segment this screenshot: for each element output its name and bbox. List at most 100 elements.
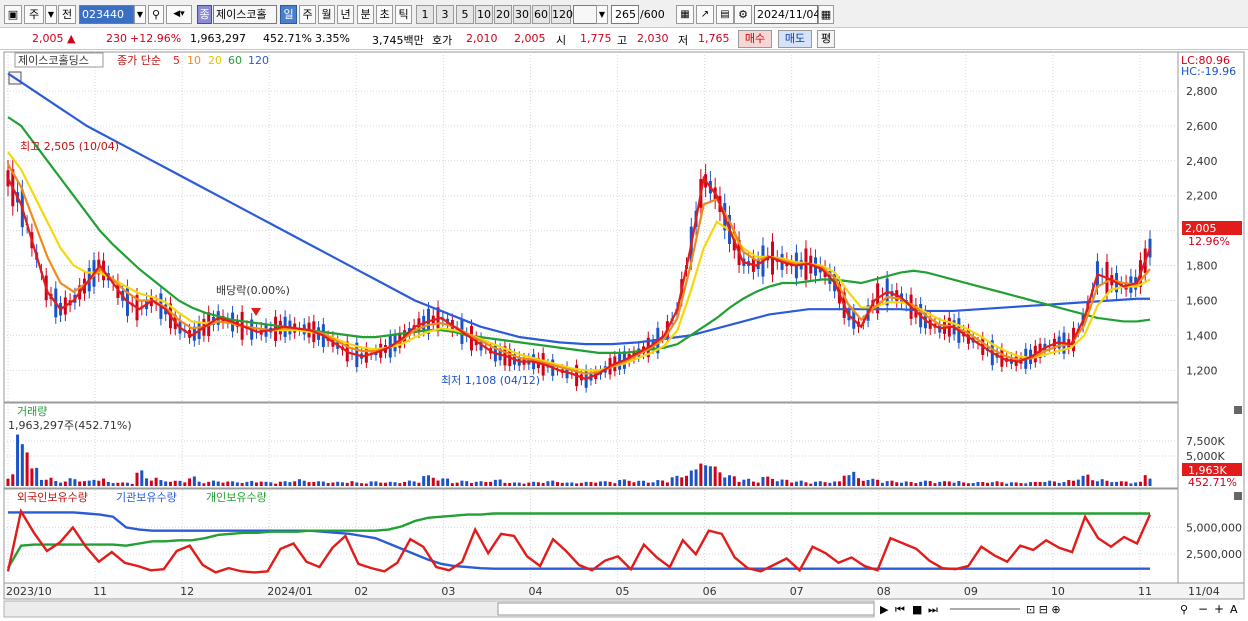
volume-bar bbox=[207, 481, 211, 486]
scroll-controls[interactable]: ▶ ⏮ ■ ⏭ ⊡ ⊟ ⊕ ⚲ − + A bbox=[880, 602, 1238, 616]
price-tick-label: 1,400 bbox=[1186, 329, 1218, 342]
volume-bar bbox=[54, 480, 58, 486]
tab-month[interactable]: 월 bbox=[318, 5, 335, 24]
tab-second[interactable]: 초 bbox=[376, 5, 393, 24]
save-icon[interactable]: ▤ bbox=[716, 5, 734, 24]
volume-bar bbox=[1005, 483, 1009, 486]
volume-bar bbox=[622, 479, 626, 486]
volume-tick-label: 5,000K bbox=[1186, 450, 1225, 463]
volume-bar bbox=[732, 476, 736, 486]
volume-bar bbox=[78, 481, 82, 486]
volume-bar bbox=[880, 482, 884, 486]
volume-bar bbox=[92, 479, 96, 486]
period-mode-dropdown-icon[interactable]: ▼ bbox=[45, 5, 57, 24]
interval-20[interactable]: 20 bbox=[494, 5, 512, 24]
high-label: 고 bbox=[617, 34, 628, 47]
eval-button[interactable]: 평 bbox=[817, 30, 835, 48]
volume-bar bbox=[426, 475, 430, 486]
volume-bar bbox=[102, 478, 106, 486]
volume-bar bbox=[699, 463, 703, 486]
volume-bar bbox=[642, 480, 646, 486]
price-tick-label: 1,800 bbox=[1186, 260, 1218, 273]
legend-institution: 기관보유수량 bbox=[116, 491, 177, 504]
interval-3[interactable]: 3 bbox=[436, 5, 454, 24]
volume-bar bbox=[570, 482, 574, 486]
tab-week[interactable]: 주 bbox=[299, 5, 316, 24]
bar-count-max: /600 bbox=[640, 8, 665, 21]
x-tick-label: 11 bbox=[1138, 585, 1152, 598]
volume-bar bbox=[16, 434, 20, 486]
gear-icon[interactable]: ⚙ bbox=[734, 5, 752, 24]
volume-bar bbox=[761, 477, 765, 486]
x-tick-label: 04 bbox=[528, 585, 542, 598]
high-annotation: 최고 2,505 (10/04) bbox=[20, 140, 119, 153]
ma-label-20: 20 bbox=[208, 54, 222, 67]
volume-bar bbox=[952, 482, 956, 486]
tab-year[interactable]: 년 bbox=[337, 5, 354, 24]
interval-5[interactable]: 5 bbox=[456, 5, 474, 24]
interval-60[interactable]: 60 bbox=[532, 5, 550, 24]
volume-bar bbox=[188, 478, 192, 486]
font-size-icon: A bbox=[1230, 603, 1238, 616]
volume-bar bbox=[651, 482, 655, 486]
volume-bar bbox=[465, 481, 469, 486]
tab-tick[interactable]: 틱 bbox=[395, 5, 412, 24]
price-change-pct: +12.96% bbox=[130, 32, 182, 45]
date-input[interactable]: 2024/11/04 bbox=[754, 5, 820, 24]
volume-close-icon[interactable] bbox=[1234, 406, 1242, 414]
interval-30[interactable]: 30 bbox=[513, 5, 531, 24]
ma-label-120: 120 bbox=[248, 54, 269, 67]
bar-count-input[interactable]: 265 bbox=[611, 5, 639, 24]
volume-bar bbox=[398, 483, 402, 486]
stock-title: 제이스코홀딩스 bbox=[18, 54, 89, 67]
interval-10[interactable]: 10 bbox=[475, 5, 493, 24]
tab-day[interactable]: 일 bbox=[280, 5, 297, 24]
scrollbar-thumb[interactable] bbox=[497, 602, 875, 616]
volume-bar bbox=[928, 481, 932, 486]
window-icon[interactable]: ▣ bbox=[4, 5, 22, 24]
volume-bar bbox=[775, 481, 779, 486]
volume-bar bbox=[1038, 482, 1042, 486]
x-tick-label: 08 bbox=[877, 585, 891, 598]
volume-bar bbox=[799, 480, 803, 486]
volume-bar bbox=[130, 483, 134, 486]
interval-dropdown-icon[interactable]: ▼ bbox=[596, 5, 608, 24]
volume-bar bbox=[293, 481, 297, 486]
volume-bar bbox=[555, 482, 559, 486]
volume-bar bbox=[11, 474, 15, 486]
volume-bar bbox=[211, 480, 215, 486]
volume-bar bbox=[269, 482, 273, 486]
period-mode-button[interactable]: 주 bbox=[24, 5, 44, 24]
stock-code-input[interactable]: 023440 bbox=[79, 5, 134, 24]
volume-bar bbox=[618, 480, 622, 486]
volume-bar bbox=[1057, 482, 1061, 486]
volume-bar bbox=[121, 482, 125, 486]
volume-bar bbox=[278, 481, 282, 486]
chart-tools-icon[interactable]: ▦ bbox=[676, 5, 694, 24]
holdings-close-icon[interactable] bbox=[1234, 492, 1242, 500]
volume-bar bbox=[900, 482, 904, 486]
calendar-icon[interactable]: ▦ bbox=[818, 5, 834, 24]
sell-button[interactable]: 매도 bbox=[778, 30, 812, 48]
stock-chart[interactable]: 제이스코홀딩스 종가 단순 5 10 20 60 120 LC:80.96 HC… bbox=[0, 50, 1248, 621]
volume-bar bbox=[173, 480, 177, 486]
interval-1[interactable]: 1 bbox=[416, 5, 434, 24]
code-dropdown-icon[interactable]: ▼ bbox=[134, 5, 146, 24]
volume-bar bbox=[704, 465, 708, 486]
sound-icon[interactable]: ◀▾ bbox=[166, 5, 192, 24]
draw-line-icon[interactable]: ↗ bbox=[696, 5, 714, 24]
volume-bar bbox=[149, 480, 153, 486]
interval-120[interactable]: 120 bbox=[551, 5, 573, 24]
x-tick-label: 11 bbox=[93, 585, 107, 598]
chart-area[interactable]: 제이스코홀딩스 종가 단순 5 10 20 60 120 LC:80.96 HC… bbox=[0, 50, 1248, 621]
volume-bar bbox=[59, 482, 63, 486]
prev-button[interactable]: 전 bbox=[58, 5, 76, 24]
buy-button[interactable]: 매수 bbox=[738, 30, 772, 48]
volume-bar bbox=[747, 478, 751, 486]
legend-foreign: 외국인보유수량 bbox=[17, 491, 88, 504]
search-icon[interactable]: ⚲ bbox=[148, 5, 164, 24]
volume-bar bbox=[823, 482, 827, 486]
scroll-first-icon: ⏮ bbox=[895, 603, 905, 616]
low-annotation: 최저 1,108 (04/12) bbox=[441, 374, 540, 387]
tab-minute[interactable]: 분 bbox=[357, 5, 374, 24]
